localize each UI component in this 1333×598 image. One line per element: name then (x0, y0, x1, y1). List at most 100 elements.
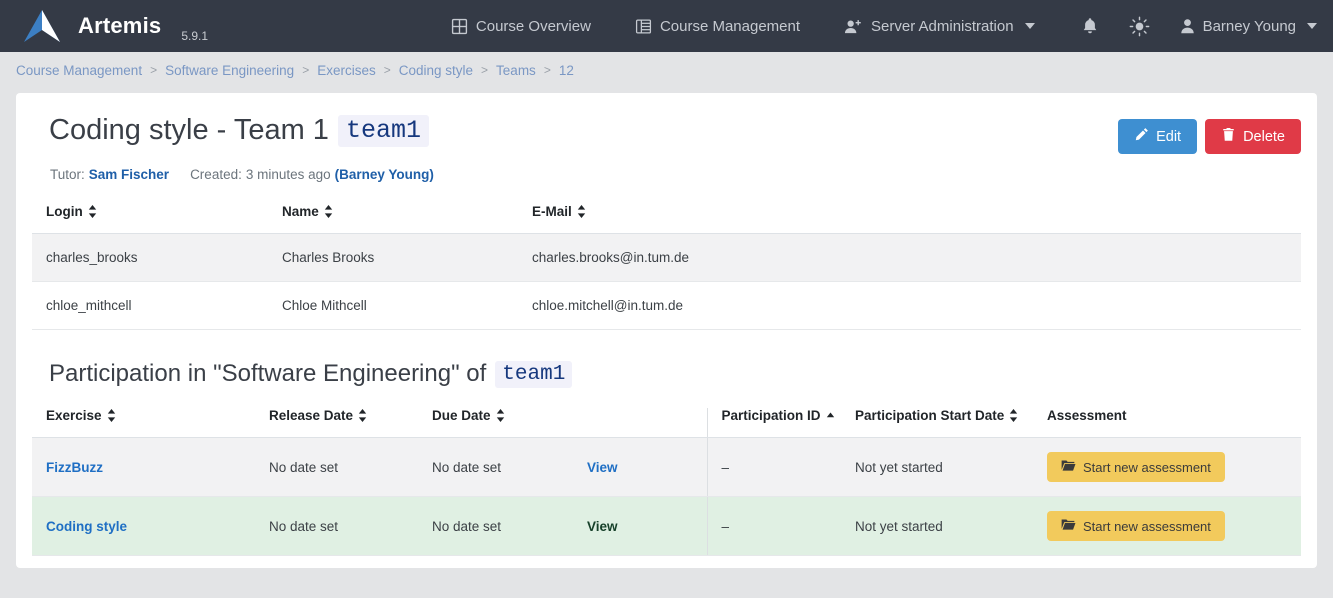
table-row[interactable]: Coding style No date set No date set Vie… (32, 497, 1301, 556)
participation-id: – (707, 497, 855, 556)
user-plus-icon (844, 18, 863, 35)
team-short-name-badge: team1 (338, 115, 429, 147)
student-login: charles_brooks (32, 234, 282, 282)
start-new-assessment-button[interactable]: Start new assessment (1047, 511, 1225, 541)
col-view (587, 408, 707, 438)
table-row[interactable]: FizzBuzz No date set No date set View – … (32, 438, 1301, 497)
trash-icon (1221, 127, 1236, 146)
breadcrumb-item-exercises[interactable]: Exercises (317, 63, 376, 78)
tutor-label: Tutor: (50, 167, 85, 182)
created-value: 3 minutes ago (246, 167, 331, 182)
col-exercise[interactable]: Exercise (32, 408, 269, 438)
nav-course-management[interactable]: Course Management (635, 18, 800, 35)
brand-home-link[interactable]: Artemis 5.9.1 (20, 6, 208, 46)
view-link[interactable]: View (587, 460, 618, 475)
folder-open-icon (1061, 518, 1076, 534)
participation-exercise: Coding style (32, 497, 269, 556)
nav-course-overview[interactable]: Course Overview (451, 18, 591, 35)
nav-course-overview-label: Course Overview (476, 18, 591, 35)
sort-both-icon (577, 205, 586, 218)
sort-both-icon (1009, 409, 1018, 422)
participation-assessment-cell: Start new assessment (1047, 497, 1301, 556)
created-by-link[interactable]: (Barney Young) (335, 167, 434, 182)
folder-open-icon (1061, 459, 1076, 475)
student-name: Charles Brooks (282, 234, 532, 282)
sun-icon[interactable] (1129, 16, 1150, 37)
account-menu[interactable]: Barney Young (1180, 18, 1317, 35)
col-release-date[interactable]: Release Date (269, 408, 432, 438)
participation-release-date: No date set (269, 438, 432, 497)
page-title-text: Coding style - Team 1 (49, 115, 329, 147)
nav-server-administration-label: Server Administration (871, 18, 1014, 35)
breadcrumb-separator: > (481, 63, 488, 77)
breadcrumb: Course Management > Software Engineering… (0, 52, 1333, 88)
view-link[interactable]: View (587, 519, 618, 534)
pencil-icon (1134, 127, 1149, 146)
breadcrumb-item-team-id[interactable]: 12 (559, 63, 574, 78)
students-table-header: Login Name E-M (32, 204, 1301, 234)
brand-name: Artemis (78, 13, 161, 39)
col-login[interactable]: Login (32, 204, 282, 234)
col-email-label: E-Mail (532, 204, 572, 219)
tutor-name-link[interactable]: Sam Fischer (89, 167, 169, 182)
breadcrumb-item-software-engineering[interactable]: Software Engineering (165, 63, 294, 78)
col-email[interactable]: E-Mail (532, 204, 1301, 234)
col-participation-start-date[interactable]: Participation Start Date (855, 408, 1047, 438)
participation-exercise: FizzBuzz (32, 438, 269, 497)
sort-both-icon (496, 409, 505, 422)
account-menu-label: Barney Young (1203, 18, 1296, 35)
nav-server-administration[interactable]: Server Administration (844, 18, 1035, 35)
col-due-date[interactable]: Due Date (432, 408, 587, 438)
col-assessment: Assessment (1047, 408, 1301, 438)
col-exercise-label: Exercise (46, 408, 102, 423)
breadcrumb-item-coding-style[interactable]: Coding style (399, 63, 473, 78)
grid-icon (451, 18, 468, 35)
participation-start-date: Not yet started (855, 497, 1047, 556)
col-participation-id[interactable]: Participation ID (707, 408, 855, 438)
col-name-label: Name (282, 204, 319, 219)
sort-both-icon (324, 205, 333, 218)
table-row[interactable]: chloe_mithcell Chloe Mithcell chloe.mitc… (32, 282, 1301, 330)
breadcrumb-item-teams[interactable]: Teams (496, 63, 536, 78)
participation-table-header: Exercise Release Date (32, 408, 1301, 438)
student-name: Chloe Mithcell (282, 282, 532, 330)
participation-start-date: Not yet started (855, 438, 1047, 497)
participation-section-title-text: Participation in "Software Engineering" … (49, 360, 486, 388)
chevron-down-icon (1307, 23, 1317, 29)
exercise-link[interactable]: Coding style (46, 519, 127, 534)
start-new-assessment-button[interactable]: Start new assessment (1047, 452, 1225, 482)
participation-due-date: No date set (432, 497, 587, 556)
bell-icon[interactable] (1081, 17, 1099, 36)
participation-view-cell: View (587, 497, 707, 556)
brand-version: 5.9.1 (181, 29, 208, 46)
col-assessment-label: Assessment (1047, 408, 1127, 423)
participation-release-date: No date set (269, 497, 432, 556)
participation-table-body: FizzBuzz No date set No date set View – … (32, 438, 1301, 556)
student-email: chloe.mitchell@in.tum.de (532, 282, 1301, 330)
sort-both-icon (358, 409, 367, 422)
edit-button[interactable]: Edit (1118, 119, 1197, 154)
delete-button[interactable]: Delete (1205, 119, 1301, 154)
delete-button-label: Delete (1243, 129, 1285, 145)
start-new-assessment-label: Start new assessment (1083, 519, 1211, 534)
col-participation-start-date-label: Participation Start Date (855, 408, 1004, 423)
user-icon (1180, 18, 1195, 34)
chevron-down-icon (1025, 23, 1035, 29)
students-table: Login Name E-M (32, 204, 1301, 330)
page-title: Coding style - Team 1 team1 (32, 115, 429, 147)
participation-due-date: No date set (432, 438, 587, 497)
participation-id: – (707, 438, 855, 497)
nav-course-management-label: Course Management (660, 18, 800, 35)
col-login-label: Login (46, 204, 83, 219)
sort-asc-icon (826, 412, 835, 420)
navbar-right-actions: Barney Young (1081, 16, 1317, 37)
student-login: chloe_mithcell (32, 282, 282, 330)
col-due-date-label: Due Date (432, 408, 491, 423)
col-name[interactable]: Name (282, 204, 532, 234)
team-meta: Tutor: Sam Fischer Created: 3 minutes ag… (32, 167, 1301, 182)
participation-section-title: Participation in "Software Engineering" … (32, 360, 1301, 388)
table-row[interactable]: charles_brooks Charles Brooks charles.br… (32, 234, 1301, 282)
exercise-link[interactable]: FizzBuzz (46, 460, 103, 475)
breadcrumb-item-course-management[interactable]: Course Management (16, 63, 142, 78)
students-table-body: charles_brooks Charles Brooks charles.br… (32, 234, 1301, 330)
